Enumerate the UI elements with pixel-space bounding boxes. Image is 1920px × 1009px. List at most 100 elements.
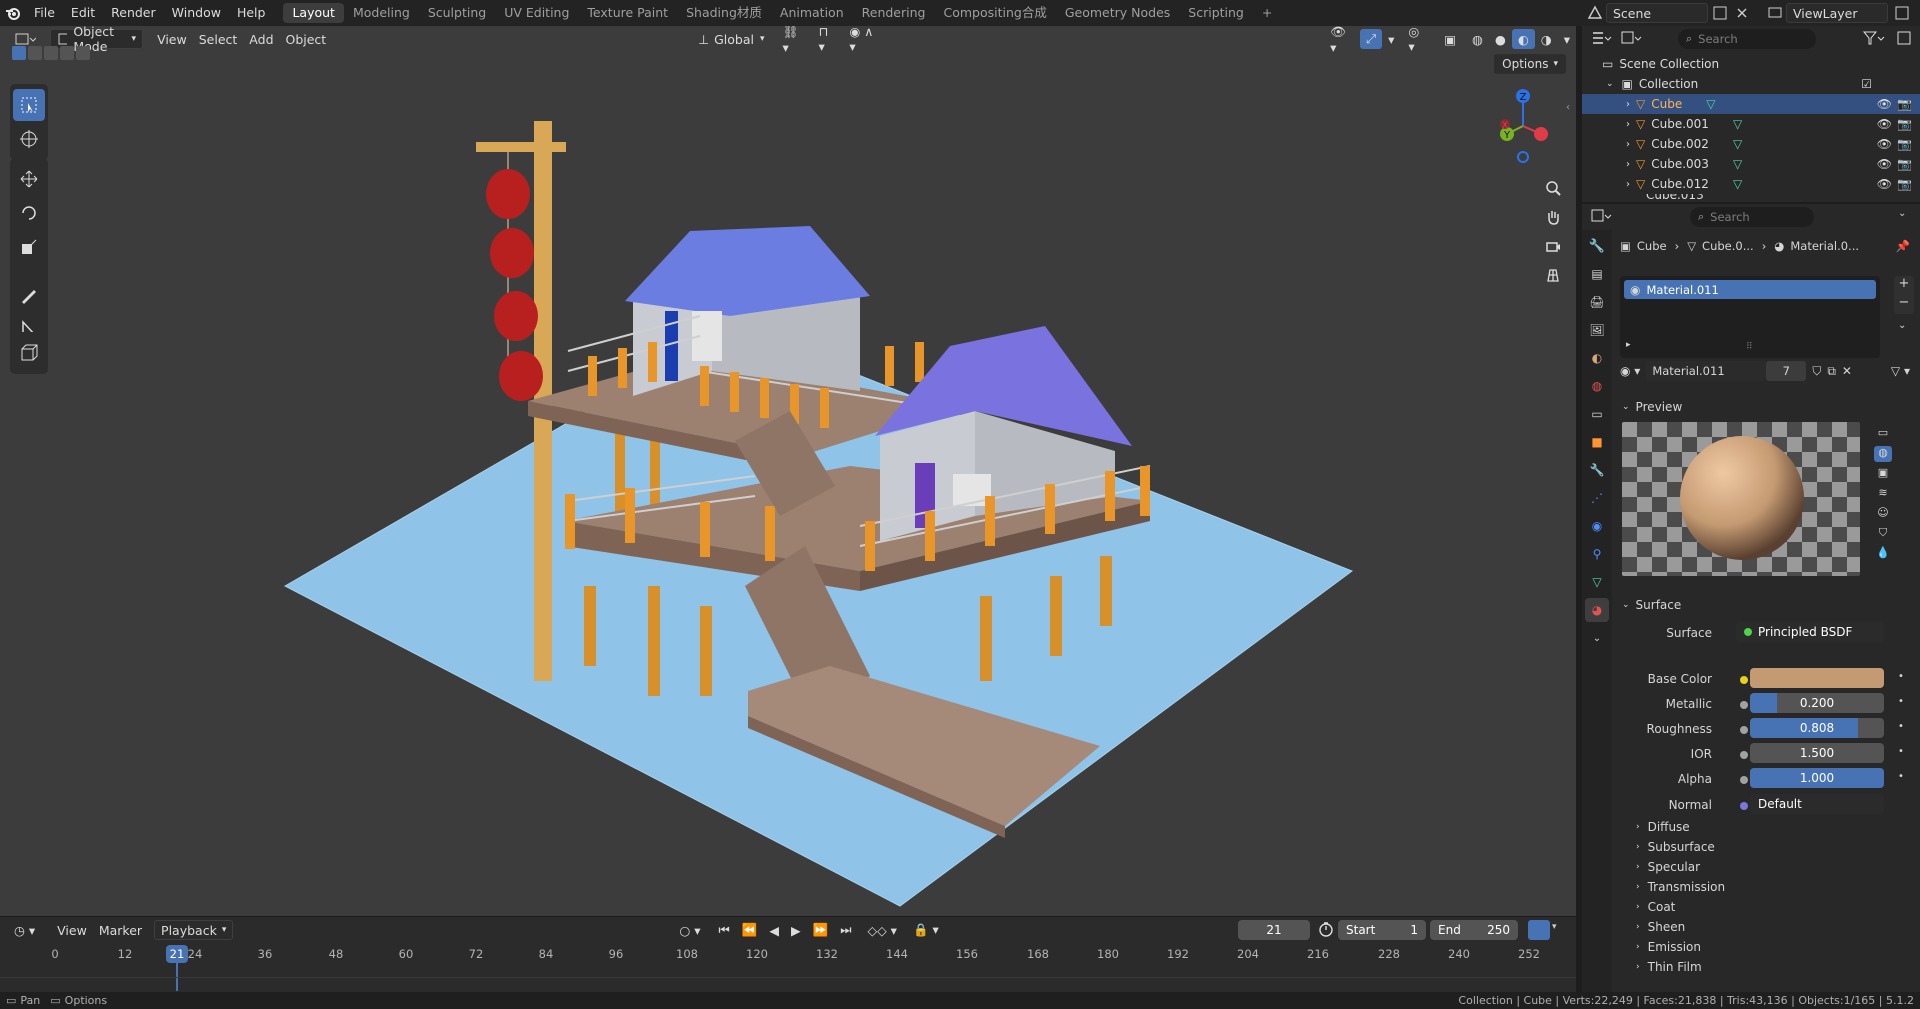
- expand-arrow-icon[interactable]: ⌄: [1606, 79, 1614, 89]
- jump-end-icon[interactable]: ⏭: [834, 920, 857, 940]
- visibility-icon[interactable]: 👁 ▾: [1324, 26, 1358, 55]
- data-tab-icon[interactable]: ▽: [1585, 570, 1609, 594]
- add-slot-icon[interactable]: +: [1894, 276, 1914, 295]
- current-frame-field[interactable]: 21: [1238, 920, 1310, 940]
- camera-icon[interactable]: 📷: [1897, 137, 1912, 151]
- gizmo-x-axis[interactable]: [1534, 127, 1548, 141]
- tab-shading[interactable]: Shading材质: [677, 3, 771, 23]
- outliner-item[interactable]: › ▽ Cube.001 ▽ 👁 📷: [1582, 114, 1920, 134]
- delete-scene-icon[interactable]: [1734, 5, 1750, 21]
- subsection-coat[interactable]: › Coat: [1636, 900, 1675, 914]
- navigation-gizmo[interactable]: Z Y X: [1485, 84, 1555, 164]
- view-layer-selector[interactable]: ViewLayer: [1786, 3, 1888, 23]
- playback-menu[interactable]: Playback ▾: [154, 920, 234, 940]
- eye-icon[interactable]: 👁: [1877, 97, 1892, 111]
- blender-logo-icon[interactable]: [0, 0, 26, 26]
- menu-select[interactable]: Select: [193, 29, 244, 49]
- menu-help[interactable]: Help: [229, 0, 274, 26]
- outliner-item[interactable]: › ▽ Cube.002 ▽ 👁 📷: [1582, 134, 1920, 154]
- new-collection-icon[interactable]: [1896, 30, 1914, 46]
- preview-fluid-icon[interactable]: 💧: [1874, 546, 1892, 562]
- properties-editor-icon[interactable]: [1590, 207, 1612, 225]
- keyframe-nav-icon[interactable]: ◇◇ ▾: [861, 920, 902, 940]
- menu-file[interactable]: File: [26, 0, 63, 26]
- prev-keyframe-icon[interactable]: ⏪: [736, 920, 764, 940]
- next-keyframe-icon[interactable]: ⏩: [807, 920, 835, 940]
- menu-window[interactable]: Window: [164, 0, 229, 26]
- perspective-grid-icon[interactable]: [1540, 262, 1566, 288]
- pan-hand-icon[interactable]: [1540, 204, 1566, 230]
- expand-arrow-icon[interactable]: ›: [1626, 179, 1630, 190]
- eye-icon[interactable]: 👁: [1877, 137, 1892, 151]
- menu-add[interactable]: Add: [243, 29, 279, 49]
- scene-type-icon[interactable]: [1586, 4, 1604, 22]
- auto-keying-icon[interactable]: ○ ▾: [673, 920, 706, 940]
- chevron-down-icon[interactable]: ⌄: [1898, 208, 1906, 219]
- shading-solid-icon[interactable]: ●: [1489, 29, 1512, 49]
- object-tab-icon[interactable]: ■: [1585, 430, 1609, 454]
- new-view-layer-icon[interactable]: [1894, 5, 1910, 21]
- timeline-menu-marker[interactable]: Marker: [93, 920, 148, 940]
- shading-dropdown-icon[interactable]: ▾: [1558, 29, 1576, 49]
- subsection-subsurface[interactable]: › Subsurface: [1636, 840, 1715, 854]
- scene-selector[interactable]: Scene: [1606, 3, 1708, 23]
- subsection-specular[interactable]: › Specular: [1636, 860, 1700, 874]
- breadcrumb-material[interactable]: Material.0...: [1790, 239, 1859, 253]
- tab-geometry-nodes[interactable]: Geometry Nodes: [1056, 3, 1179, 23]
- proportional-edit-icon[interactable]: ◉ ∧ ▾: [843, 26, 884, 54]
- field-value-roughness[interactable]: 0.808: [1750, 718, 1884, 738]
- more-tabs-icon[interactable]: ⌄: [1585, 626, 1609, 650]
- gizmo-toggle-icon[interactable]: ⤢: [1360, 29, 1383, 49]
- field-value-ior[interactable]: 1.500: [1750, 743, 1884, 763]
- normal-field[interactable]: Default: [1750, 794, 1884, 814]
- snap-icon[interactable]: ⊓ ▾: [812, 26, 841, 54]
- preview-cloth-icon[interactable]: ⛉: [1874, 526, 1892, 542]
- eye-icon[interactable]: 👁: [1877, 157, 1892, 171]
- playhead-line[interactable]: [176, 961, 178, 991]
- subsection-diffuse[interactable]: › Diffuse: [1636, 820, 1690, 834]
- preview-plane-icon[interactable]: ▭: [1874, 426, 1892, 442]
- collapse-sidebar-icon[interactable]: ‹: [1566, 102, 1570, 113]
- 3d-viewport[interactable]: Object Mode ▾ View Select Add Object ⊥ G…: [0, 26, 1576, 916]
- filter-icon[interactable]: [1862, 30, 1886, 46]
- subsection-sheen[interactable]: › Sheen: [1636, 920, 1685, 934]
- preview-sphere-icon[interactable]: ◍: [1874, 446, 1892, 462]
- scene-range-icon[interactable]: [1528, 920, 1550, 940]
- field-value-metallic[interactable]: 0.200: [1750, 693, 1884, 713]
- slot-specials-icon[interactable]: ⌄: [1898, 320, 1906, 331]
- preview-hair-icon[interactable]: ≋: [1874, 486, 1892, 502]
- transform-orientation[interactable]: ⊥ Global ▾: [692, 29, 770, 49]
- keyframe-dot-icon[interactable]: •: [1898, 696, 1904, 707]
- shading-material-icon[interactable]: ◐: [1511, 29, 1535, 49]
- fake-user-icon[interactable]: ⛉: [1812, 364, 1821, 379]
- overlays-icon[interactable]: ◎ ▾: [1402, 26, 1432, 54]
- end-frame-field[interactable]: End 250: [1430, 920, 1518, 940]
- menu-view[interactable]: View: [151, 29, 193, 49]
- checkbox-icon[interactable]: ☑: [1861, 77, 1872, 91]
- render-tab-icon[interactable]: ▤: [1585, 262, 1609, 286]
- keyframe-dot-icon[interactable]: •: [1898, 721, 1904, 732]
- outliner-search[interactable]: ⌕ Search: [1678, 29, 1816, 49]
- subsection-emission[interactable]: › Emission: [1636, 940, 1701, 954]
- remove-slot-icon[interactable]: −: [1894, 295, 1914, 314]
- view-layer-tab-icon[interactable]: 🖼: [1585, 318, 1609, 342]
- output-tab-icon[interactable]: 🖨: [1585, 290, 1609, 314]
- play-icon[interactable]: ▶: [785, 920, 807, 940]
- pin-icon[interactable]: 📌: [1896, 239, 1910, 253]
- material-tab-icon[interactable]: ◕: [1585, 598, 1609, 622]
- expand-arrow-icon[interactable]: ▸: [1626, 340, 1631, 350]
- eye-icon[interactable]: 👁: [1877, 117, 1892, 131]
- physics-tab-icon[interactable]: ◉: [1585, 514, 1609, 538]
- preview-cube-icon[interactable]: ▣: [1874, 466, 1892, 482]
- tool-tab-icon[interactable]: 🔧: [1585, 234, 1609, 258]
- gizmo-neg-z[interactable]: [1517, 151, 1529, 163]
- new-scene-icon[interactable]: [1712, 5, 1728, 21]
- playhead-frame-label[interactable]: 21: [166, 945, 188, 963]
- shading-rendered-icon[interactable]: ◑: [1535, 29, 1558, 49]
- timeline-editor-icon[interactable]: ◷ ▾: [8, 920, 41, 940]
- browse-material-icon[interactable]: ◉ ▾: [1620, 364, 1640, 378]
- tab-sculpting[interactable]: Sculpting: [419, 3, 495, 23]
- material-users-count[interactable]: 7: [1766, 361, 1807, 381]
- properties-search[interactable]: ⌕ Search: [1690, 207, 1814, 227]
- constraints-tab-icon[interactable]: ⚲: [1585, 542, 1609, 566]
